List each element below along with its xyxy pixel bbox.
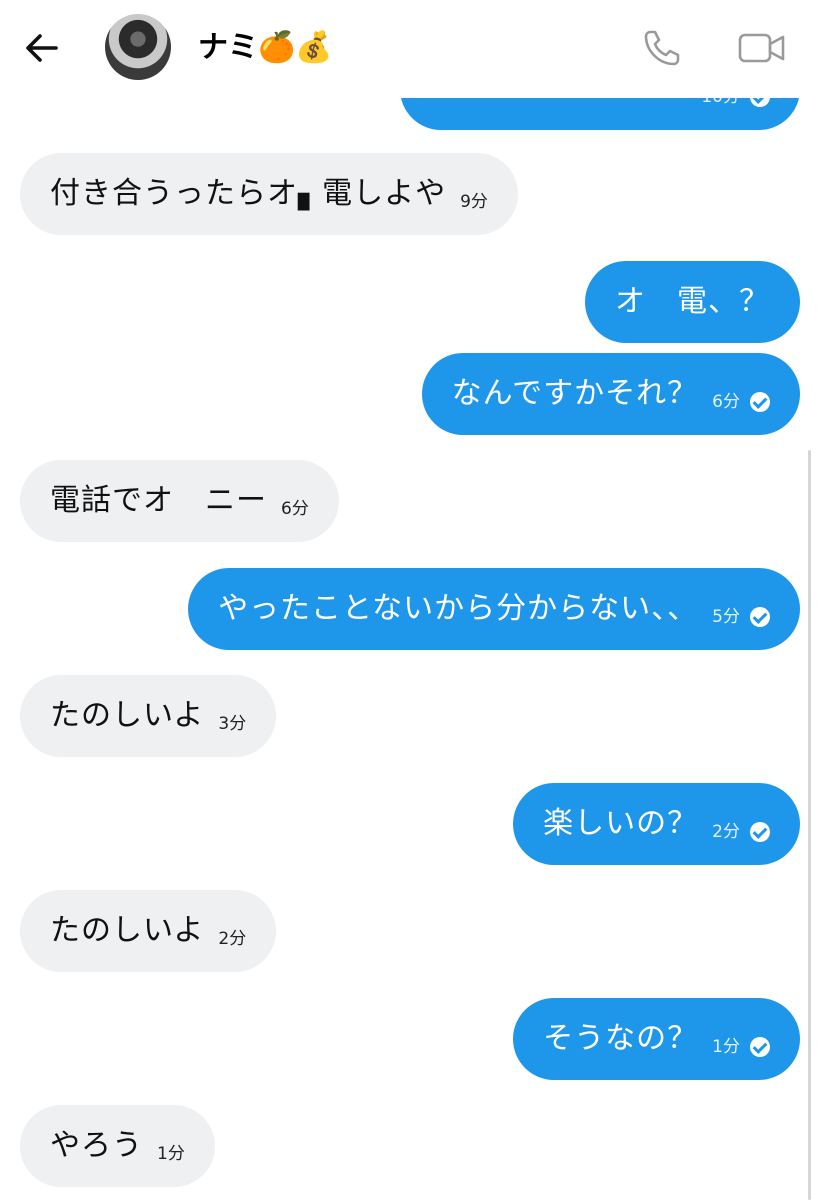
message-text: 付き合うったらオ▖電しよや [50,176,447,211]
read-check-icon [750,392,770,412]
voice-call-button[interactable] [640,26,684,70]
avatar[interactable] [105,14,171,80]
message-thread[interactable]: 10分 付き合うったらオ▖電しよや 9分 オ 電、？ なんですかそれ？ 6分 電… [0,0,820,1200]
arrow-left-icon [26,34,58,62]
message-text: やったことないから分からない、、 [218,591,699,626]
contact-name[interactable]: ナミ🍊💰 [198,28,333,68]
scrollbar[interactable] [808,450,811,1200]
message-bubble-incoming[interactable]: やろう 1分 [20,1105,215,1187]
message-time: 6分 [712,392,740,412]
message-time: 2分 [712,822,740,842]
chat-header: ナミ🍊💰 [0,0,820,98]
video-call-button[interactable] [736,28,788,68]
read-check-icon [750,1037,770,1057]
message-text: オ 電、？ [615,284,770,319]
message-bubble-incoming[interactable]: たのしいよ 3分 [20,675,277,757]
message-bubble-incoming[interactable]: 電話でオ ニー 6分 [20,460,339,542]
message-bubble-outgoing[interactable]: やったことないから分からない、、 5分 [188,568,800,650]
message-time: 3分 [218,714,247,734]
read-check-icon [750,607,770,627]
message-bubble-incoming[interactable]: 付き合うったらオ▖電しよや 9分 [20,153,518,235]
back-button[interactable] [20,26,64,70]
message-time: 9分 [460,192,488,212]
message-bubble-outgoing[interactable]: そうなの？ 1分 [513,998,800,1080]
phone-icon [644,30,680,66]
message-text: 電話でオ ニー [50,483,267,518]
message-text: たのしいよ [50,913,205,948]
message-bubble-incoming[interactable]: たのしいよ 2分 [20,890,277,972]
video-camera-icon [738,33,785,63]
message-time: 2分 [218,929,247,949]
message-bubble-outgoing[interactable]: 楽しいの？ 2分 [513,783,800,865]
message-time: 5分 [712,607,740,627]
message-bubble-outgoing[interactable]: なんですかそれ？ 6分 [421,353,800,435]
message-text: やろう [50,1128,143,1163]
message-text: 楽しいの？ [543,806,699,841]
message-text: そうなの？ [543,1021,699,1056]
read-check-icon [750,822,770,842]
message-text: たのしいよ [50,698,205,733]
message-text: なんですかそれ？ [451,376,699,411]
message-time: 1分 [712,1037,740,1057]
message-time: 1分 [157,1144,185,1164]
message-bubble-outgoing[interactable]: オ 電、？ [585,261,800,343]
message-time: 6分 [281,499,309,519]
